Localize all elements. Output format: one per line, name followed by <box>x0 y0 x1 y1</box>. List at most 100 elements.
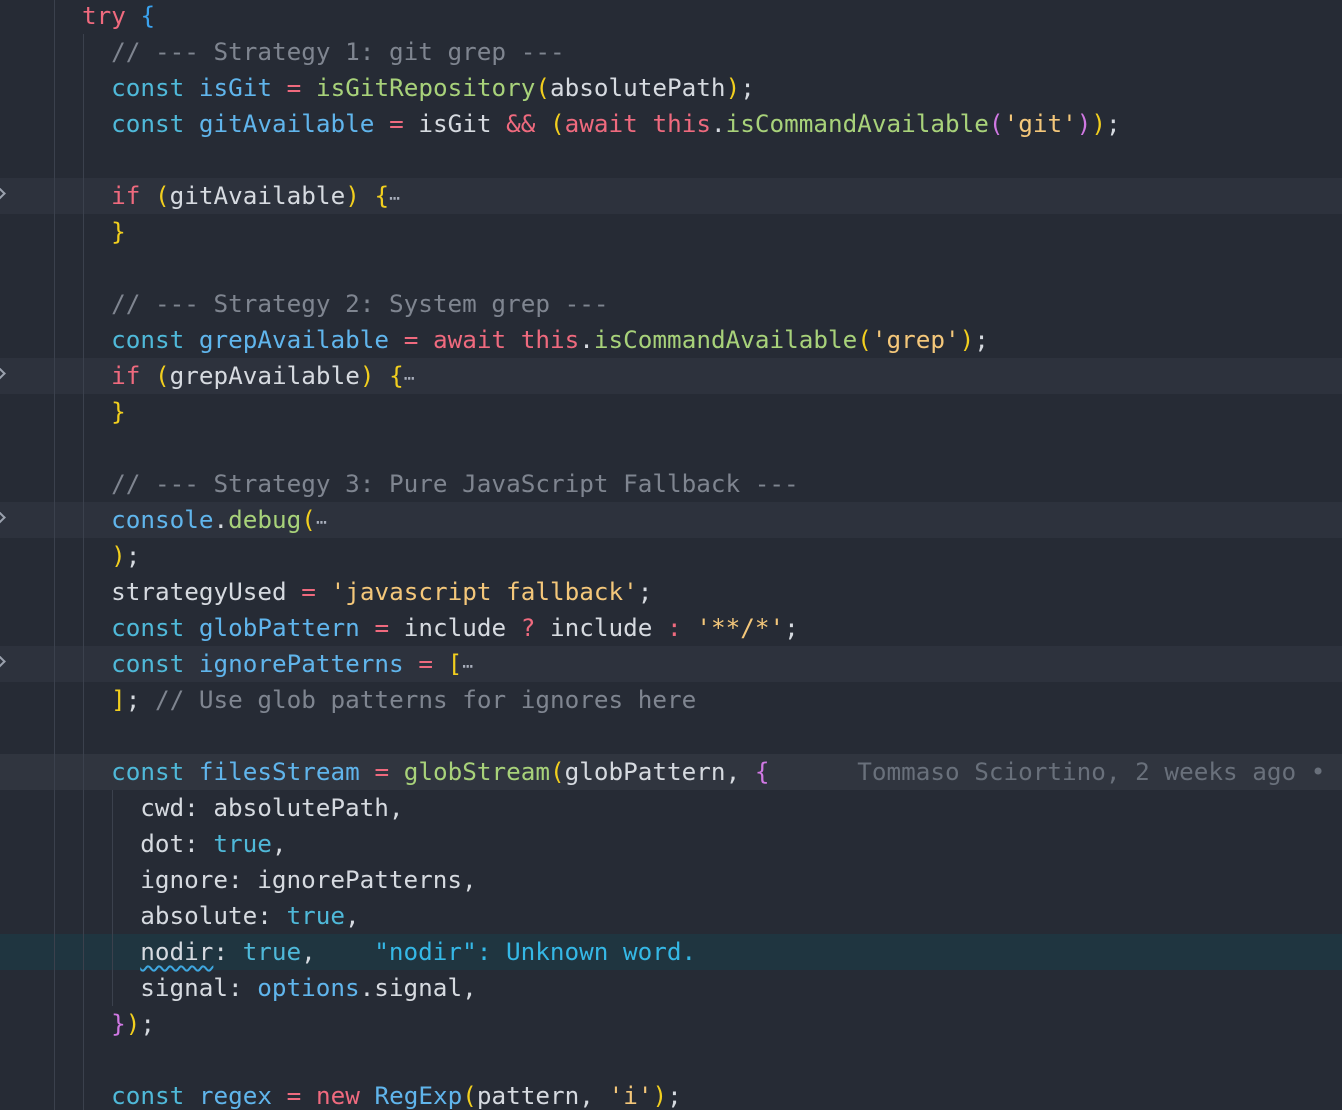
code-token: ) <box>359 361 375 390</box>
code-line[interactable]: ); <box>0 538 1342 574</box>
code-token: absolutePath <box>550 73 726 102</box>
code-line[interactable]: const grepAvailable = await this.isComma… <box>0 322 1342 358</box>
folded-region-ellipsis[interactable]: ⋯ <box>389 188 400 209</box>
code-token: const <box>111 109 185 138</box>
code-token: options <box>257 973 360 1002</box>
code-token: { <box>140 1 156 30</box>
code-token: true <box>213 829 272 858</box>
code-token: , <box>271 829 287 858</box>
code-token: RegExp <box>374 1081 463 1110</box>
code-line[interactable]: const gitAvailable = isGit && (await thi… <box>0 106 1342 142</box>
code-token: ; <box>125 685 156 714</box>
code-line[interactable]: strategyUsed = 'javascript fallback'; <box>0 574 1342 610</box>
code-token: && <box>506 109 536 138</box>
code-line[interactable] <box>0 430 1342 466</box>
code-token: { <box>754 757 770 786</box>
code-line[interactable]: console.debug(⋯ <box>0 502 1342 538</box>
code-line[interactable]: const regex = new RegExp(pattern, 'i'); <box>0 1078 1342 1110</box>
code-line[interactable]: const ignorePatterns = [⋯ <box>0 646 1342 682</box>
git-blame-annotation[interactable]: Tommaso Sciortino, 2 weeks ago • Imp <box>857 757 1342 786</box>
code-line[interactable]: // --- Strategy 3: Pure JavaScript Fallb… <box>0 466 1342 502</box>
code-line[interactable]: cwd: absolutePath, <box>0 790 1342 826</box>
code-token: ; <box>1105 109 1121 138</box>
code-editor[interactable]: try {// --- Strategy 1: git grep --- cons… <box>0 0 1342 1110</box>
code-line[interactable]: dot: true, <box>0 826 1342 862</box>
code-line[interactable] <box>0 718 1342 754</box>
code-text: } <box>111 214 126 250</box>
code-line[interactable]: const filesStream = globStream(globPatte… <box>0 754 1342 790</box>
code-line[interactable]: }); <box>0 1006 1342 1042</box>
code-token: ) <box>959 325 975 354</box>
code-token: if <box>111 181 141 210</box>
code-token: if <box>111 361 141 390</box>
code-token: const <box>111 1081 185 1110</box>
fold-chevron-icon[interactable] <box>0 655 6 668</box>
code-line[interactable]: const isGit = isGitRepository(absolutePa… <box>0 70 1342 106</box>
fold-chevron-icon[interactable] <box>0 367 6 380</box>
folded-region-ellipsis[interactable]: ⋯ <box>316 512 327 533</box>
code-line[interactable]: } <box>0 214 1342 250</box>
code-line[interactable]: // --- Strategy 1: git grep --- <box>0 34 1342 70</box>
code-token: filesStream <box>198 757 360 786</box>
code-text: const filesStream = globStream(globPatte… <box>111 754 1342 790</box>
code-line[interactable]: const globPattern = include ? include : … <box>0 610 1342 646</box>
code-line[interactable]: } <box>0 394 1342 430</box>
code-text: const gitAvailable = isGit && (await thi… <box>111 106 1121 142</box>
code-token: ) <box>125 1009 141 1038</box>
code-token: } <box>111 217 126 246</box>
code-text: if (gitAvailable) {⋯ <box>111 178 400 214</box>
code-text: const grepAvailable = await this.isComma… <box>111 322 989 358</box>
code-token: debug <box>228 505 302 534</box>
code-line[interactable] <box>0 142 1342 178</box>
code-line[interactable]: absolute: true, <box>0 898 1342 934</box>
code-line[interactable] <box>0 1042 1342 1078</box>
code-line[interactable]: // --- Strategy 2: System grep --- <box>0 286 1342 322</box>
code-line[interactable] <box>0 250 1342 286</box>
code-text: }); <box>111 1006 155 1042</box>
code-line[interactable]: ignore: ignorePatterns, <box>0 862 1342 898</box>
folded-region-ellipsis[interactable]: ⋯ <box>462 656 473 677</box>
code-token: ) <box>652 1081 668 1110</box>
code-text: signal: options.signal, <box>140 970 476 1006</box>
code-token: = <box>403 325 419 354</box>
code-comment: // --- Strategy 3: Pure JavaScript Fallb… <box>111 469 799 498</box>
code-token: ; <box>740 73 755 102</box>
code-text: strategyUsed = 'javascript fallback'; <box>111 574 652 610</box>
code-token: . <box>710 109 726 138</box>
code-line[interactable]: if (grepAvailable) {⋯ <box>0 358 1342 394</box>
code-token: isCommandAvailable <box>725 109 989 138</box>
code-text: try { <box>82 0 155 34</box>
fold-chevron-icon[interactable] <box>0 187 6 200</box>
fold-chevron-icon[interactable] <box>0 511 6 524</box>
code-token: cwd: absolutePath, <box>140 793 404 822</box>
code-line[interactable]: ]; // Use glob patterns for ignores here <box>0 682 1342 718</box>
code-token: . <box>579 325 594 354</box>
code-line[interactable]: nodir: true, "nodir": Unknown word. <box>0 934 1342 970</box>
code-line[interactable]: try { <box>0 0 1342 34</box>
code-text: console.debug(⋯ <box>111 502 327 538</box>
code-token: ) <box>1091 109 1106 138</box>
code-line[interactable]: if (gitAvailable) {⋯ <box>0 178 1342 214</box>
code-comment: // Use glob patterns for ignores here <box>155 685 697 714</box>
code-token: strategyUsed <box>111 577 302 606</box>
code-token: 'git' <box>1003 109 1077 138</box>
folded-region-ellipsis[interactable]: ⋯ <box>404 368 415 389</box>
code-line[interactable]: signal: options.signal, <box>0 970 1342 1006</box>
code-token: isGitRepository <box>315 73 536 102</box>
code-token: ] <box>111 685 126 714</box>
